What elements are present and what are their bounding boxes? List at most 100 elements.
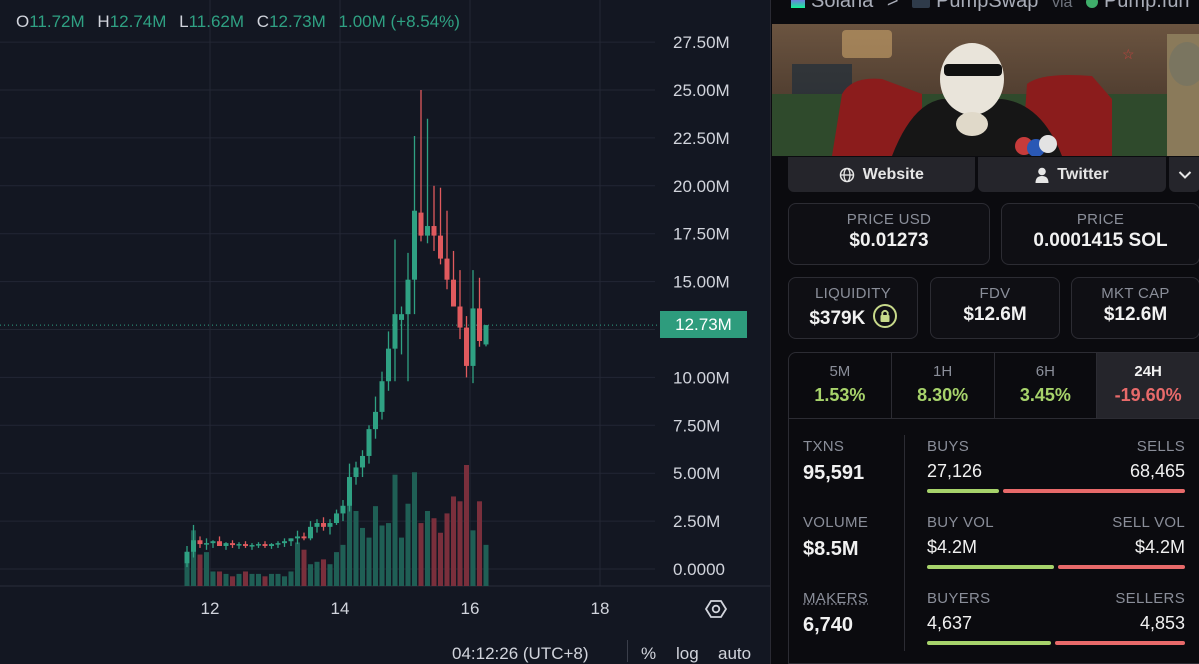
txns-label: TXNS	[803, 438, 845, 455]
volume-bar	[210, 571, 216, 586]
volume-bar	[418, 523, 424, 586]
sells-value: 68,465	[1129, 461, 1185, 481]
chart-pane[interactable]: 27.50M25.00M22.50M20.00M17.50M15.00M12.5…	[0, 0, 770, 664]
price-native-label: PRICE	[1076, 211, 1125, 228]
volume-bar	[392, 474, 398, 586]
tab-5m[interactable]: 5M 1.53%	[789, 353, 892, 418]
candle-body	[360, 455, 365, 468]
ohlc-high-label: H	[97, 12, 110, 31]
gear-icon	[704, 600, 728, 618]
volume-bar	[217, 571, 222, 586]
volume-bar	[204, 552, 209, 586]
volume-bar	[223, 573, 229, 586]
price-native-card: PRICE 0.0001415 SOL	[1001, 203, 1199, 265]
breadcrumb-dex[interactable]: PumpSwap	[936, 0, 1038, 12]
breadcrumb-separator: >	[886, 0, 899, 12]
candle-body	[314, 523, 320, 527]
volume-bar	[366, 537, 372, 586]
volume-bar	[275, 573, 281, 586]
y-tick-label: 27.50M	[673, 33, 730, 52]
token-banner-image: ☆	[772, 24, 1199, 156]
liquidity-value-row: $379K	[789, 304, 917, 330]
candle-body	[321, 523, 326, 527]
volume-bar	[483, 544, 489, 586]
candle-body	[340, 505, 346, 514]
sells-label: SELLS	[1136, 438, 1185, 455]
candle-body	[334, 513, 339, 524]
candle-body	[197, 540, 203, 545]
x-tick-label: 14	[331, 599, 350, 618]
ohlc-legend: O11.72M H12.74M L11.62M C12.73M 1.00M (+…	[16, 12, 460, 32]
volume-bar	[399, 537, 404, 586]
sell-volume-value: $4.2M	[1134, 537, 1185, 557]
candle-body	[373, 411, 378, 430]
candle-body	[204, 543, 209, 545]
buyers-value: 4,637	[927, 613, 973, 633]
volume-bar	[282, 576, 287, 586]
website-button[interactable]: Website	[788, 157, 975, 192]
volume-bar	[230, 576, 235, 586]
liquidity-label: LIQUIDITY	[814, 285, 892, 302]
buy-volume-ratio-bar	[927, 565, 1054, 569]
candle-body	[269, 544, 274, 547]
candle-body	[256, 544, 261, 546]
volume-bar	[438, 532, 443, 586]
y-tick-label: 25.00M	[673, 81, 730, 100]
volume-bar	[379, 525, 385, 586]
breadcrumb-launchpad[interactable]: Pump.fun	[1104, 0, 1190, 12]
tab-label: 24H	[1134, 363, 1162, 380]
y-tick-label: 2.50M	[673, 512, 720, 531]
liquidity-value: $379K	[809, 308, 866, 329]
breadcrumb-chain[interactable]: Solana	[811, 0, 873, 12]
breadcrumb-via: via	[1051, 0, 1073, 11]
tab-24h[interactable]: 24H -19.60%	[1097, 353, 1199, 418]
tab-6h[interactable]: 6H 3.45%	[995, 353, 1098, 418]
volume-bar	[425, 510, 430, 586]
volume-bar	[412, 472, 417, 586]
candle-body	[217, 541, 222, 547]
ohlc-change: 1.00M (+8.54%)	[338, 12, 460, 31]
pumpswap-icon	[912, 0, 931, 8]
x-tick-label: 12	[201, 599, 220, 618]
volume-bar	[444, 513, 450, 586]
percent-scale-button[interactable]: %	[641, 644, 656, 664]
makers-label[interactable]: MAKERS	[803, 590, 868, 607]
volume-bar	[464, 465, 469, 586]
candle-body	[425, 226, 430, 236]
y-tick-label: 22.50M	[673, 129, 730, 148]
fdv-label: FDV	[979, 285, 1011, 302]
txns-value: 95,591	[803, 462, 865, 484]
volume-bar	[295, 542, 300, 586]
twitter-button[interactable]: Twitter	[977, 157, 1167, 192]
pumpfun-icon	[1085, 0, 1098, 8]
candle-body	[230, 543, 235, 546]
auto-scale-button[interactable]: auto	[718, 644, 751, 664]
candle-body	[366, 429, 372, 456]
candle-body	[431, 226, 437, 236]
timeframe-tabs: 5M 1.53% 1H 8.30% 6H 3.45% 24H -19.60%	[788, 352, 1199, 419]
chevron-down-icon	[1178, 170, 1191, 179]
tab-1h[interactable]: 1H 8.30%	[892, 353, 995, 418]
log-scale-button[interactable]: log	[676, 644, 699, 664]
candle-body	[483, 325, 489, 345]
volume-bar	[301, 549, 307, 586]
tab-change: -19.60%	[1114, 385, 1182, 405]
buys-value: 27,126	[927, 461, 983, 481]
sell-volume-ratio-bar	[1058, 565, 1185, 569]
candle-body	[418, 212, 424, 236]
volume-label: VOLUME	[803, 514, 869, 531]
svg-text:☆: ☆	[1122, 46, 1135, 62]
candle-body	[282, 541, 287, 544]
makers-value: 6,740	[803, 614, 854, 636]
candle-body	[444, 258, 450, 280]
candle-body	[295, 536, 300, 539]
volume-bar	[288, 571, 294, 586]
y-tick-label: 7.50M	[673, 416, 720, 435]
volume-bar	[321, 559, 326, 586]
more-links-button[interactable]	[1169, 157, 1199, 192]
y-tick-label: 20.00M	[673, 177, 730, 196]
price-usd-label: PRICE USD	[846, 211, 932, 228]
volume-bar	[243, 571, 248, 586]
chart-settings-button[interactable]	[704, 597, 728, 621]
price-chart[interactable]: 27.50M25.00M22.50M20.00M17.50M15.00M12.5…	[0, 0, 770, 664]
